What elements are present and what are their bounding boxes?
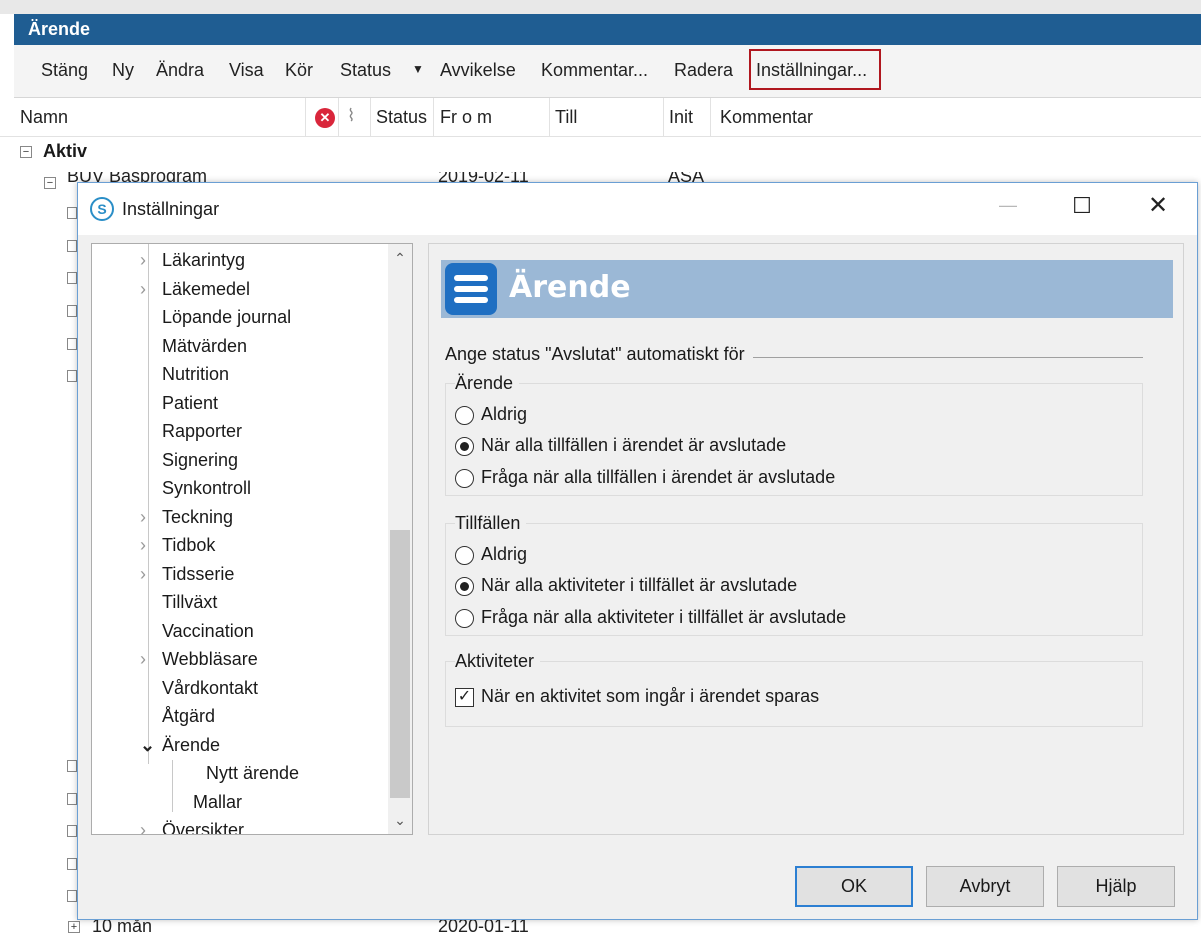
expand-icon[interactable] — [67, 272, 77, 284]
close-window-button[interactable]: ✕ — [1138, 191, 1178, 223]
col-init[interactable]: Init — [669, 107, 693, 128]
column-header: Namn Status Fr o m Till Init Kommentar — [0, 98, 1201, 137]
chevron-right-icon[interactable]: › — [140, 279, 154, 300]
minimize-button[interactable]: — — [988, 195, 1028, 223]
view-button[interactable]: Visa — [229, 60, 264, 81]
delete-button[interactable]: Radera — [674, 60, 733, 81]
expand-icon[interactable] — [67, 370, 77, 382]
section-label: Ange status "Avslutat" automatiskt för — [445, 344, 753, 365]
settings-panel: Ärende Ange status "Avslutat" automatisk… — [428, 243, 1184, 835]
panel-title: Ärende — [509, 270, 631, 305]
maximize-button[interactable]: ☐ — [1062, 193, 1102, 223]
dialog-title: Inställningar — [122, 199, 220, 219]
col-comment[interactable]: Kommentar — [720, 107, 813, 128]
settings-button[interactable]: Inställningar... — [756, 60, 867, 81]
app-title: Ärende — [14, 14, 1201, 45]
radio-button[interactable] — [455, 609, 474, 628]
radio-button[interactable] — [455, 546, 474, 565]
row-name: 10 mån — [92, 918, 153, 932]
expand-icon[interactable] — [67, 207, 77, 219]
checkbox-checked-icon[interactable]: ✓ — [455, 688, 474, 707]
table-row[interactable]: 10 mån 2020-01-11 — [0, 918, 1201, 932]
status-button[interactable]: Status — [340, 60, 391, 81]
radio-button[interactable] — [455, 406, 474, 425]
expand-icon[interactable] — [67, 793, 77, 805]
collapse-aktiv-icon[interactable]: − — [20, 146, 32, 158]
chevron-right-icon[interactable]: › — [140, 250, 154, 271]
expand-icon[interactable] — [67, 240, 77, 252]
chevron-right-icon[interactable]: › — [140, 507, 154, 528]
tree-scrollbar[interactable]: ⌃ ⌄ — [388, 244, 412, 834]
status-dropdown-icon[interactable]: ▼ — [412, 62, 424, 76]
cancel-button[interactable]: Avbryt — [926, 866, 1044, 907]
list-icon — [445, 263, 497, 315]
deviation-button[interactable]: Avvikelse — [440, 60, 516, 81]
chevron-right-icon[interactable]: › — [140, 535, 154, 556]
col-from[interactable]: Fr o m — [440, 107, 492, 128]
scroll-up-icon[interactable]: ⌃ — [388, 244, 412, 272]
new-button[interactable]: Ny — [112, 60, 134, 81]
group-tillfallen-label: Tillfällen — [455, 513, 527, 534]
expand-icon[interactable] — [67, 825, 77, 837]
close-button[interactable]: Stäng — [41, 60, 88, 81]
dialog-titlebar[interactable]: S Inställningar — ☐ ✕ — [78, 183, 1197, 235]
edit-button[interactable]: Ändra — [156, 60, 204, 81]
ok-button[interactable]: OK — [795, 866, 913, 907]
expand-icon[interactable] — [67, 338, 77, 350]
col-name[interactable]: Namn — [20, 107, 68, 128]
app-logo-icon: S — [90, 197, 114, 221]
panel-header: Ärende — [441, 260, 1173, 318]
radio-button[interactable] — [455, 469, 474, 488]
row-from: 2020-01-11 — [438, 918, 529, 932]
col-status[interactable]: Status — [376, 107, 427, 128]
tree-items: › Läkarintyg › Läkemedel Löpande journal M… — [92, 244, 388, 834]
paperclip-icon: ⌇ — [347, 106, 356, 125]
app-toolbar: Stäng Ny Ändra Visa Kör Status ▼ Avvikel… — [14, 45, 1201, 98]
chevron-right-icon[interactable]: › — [140, 820, 154, 834]
run-button[interactable]: Kör — [285, 60, 313, 81]
settings-tree: › Läkarintyg › Läkemedel Löpande journal M… — [91, 243, 413, 835]
error-icon: ✕ — [315, 108, 335, 128]
settings-dialog: S Inställningar — ☐ ✕ › Läkarintyg › Läkem… — [77, 182, 1198, 920]
radio-button-selected[interactable] — [455, 437, 474, 456]
expand-icon[interactable]: + — [68, 921, 80, 933]
collapse-row-icon[interactable]: − — [44, 177, 56, 189]
radio-button-selected[interactable] — [455, 577, 474, 596]
scroll-down-icon[interactable]: ⌄ — [388, 806, 412, 834]
expand-icon[interactable] — [67, 890, 77, 902]
help-button[interactable]: Hjälp — [1057, 866, 1175, 907]
chevron-right-icon[interactable]: › — [140, 649, 154, 670]
chevron-down-icon[interactable]: ⌄ — [140, 735, 155, 756]
group-aktiviteter-label: Aktiviteter — [455, 651, 541, 672]
background-window-strip — [0, 0, 1201, 14]
expand-icon[interactable] — [67, 305, 77, 317]
chevron-right-icon[interactable]: › — [140, 564, 154, 585]
expand-icon[interactable] — [67, 760, 77, 772]
group-arende-label: Ärende — [455, 373, 520, 394]
scroll-thumb[interactable] — [390, 530, 410, 798]
expand-icon[interactable] — [67, 858, 77, 870]
col-to[interactable]: Till — [555, 107, 577, 128]
comment-button[interactable]: Kommentar... — [541, 60, 648, 81]
group-aktiv-label: Aktiv — [43, 141, 88, 161]
